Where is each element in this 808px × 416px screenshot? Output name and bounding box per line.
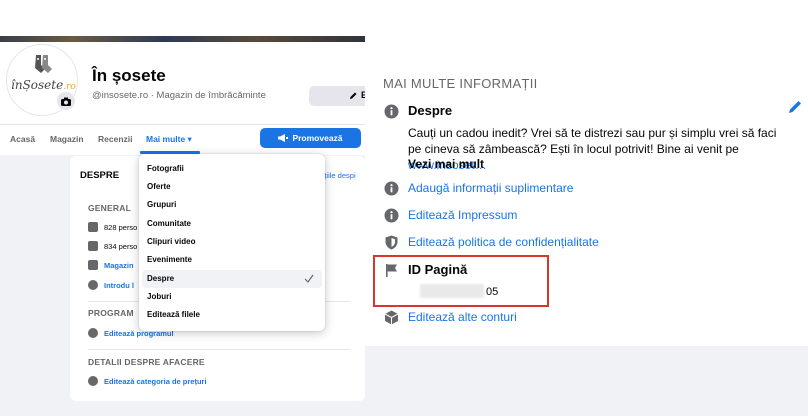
clock-icon [88,328,98,338]
checkmark-icon [304,274,314,283]
category-row[interactable]: Magazin [88,260,134,270]
menu-item-photos[interactable]: Fotografii [139,160,325,178]
followers-row: 834 perso [88,241,137,251]
info-icon [384,208,399,223]
about-title: DESPRE [80,170,120,181]
general-heading: GENERAL [88,203,131,213]
add-info-link[interactable]: Adaugă informații suplimentare [408,181,573,195]
menu-item-offers[interactable]: Oferte [139,178,325,196]
socks-logo-icon [35,55,52,73]
menu-item-edit-tabs[interactable]: Editează filele [139,306,325,324]
tab-home[interactable]: Acasă [10,134,35,144]
likes-row: 828 perso [88,222,137,232]
edit-other-accounts-link[interactable]: Editează alte conturi [408,310,517,324]
followers-icon [88,241,98,251]
edit-impressum-link[interactable]: Editează Impressum [408,208,517,222]
menu-item-jobs[interactable]: Joburi [139,288,325,306]
folder-icon [88,260,98,270]
cube-icon [384,310,399,325]
divider [88,349,350,350]
tab-reviews[interactable]: Recenzii [98,134,133,144]
tab-shop[interactable]: Magazin [50,134,84,144]
tab-more[interactable]: Mai multe ▾ [146,134,192,145]
location-pin-icon [88,280,98,290]
info-icon [384,181,399,196]
page-handle: @insosete.ro · Magazin de îmbrăcăminte [92,90,266,101]
promote-button[interactable]: Promovează [260,128,361,148]
see-more-link[interactable]: Vezi mai mult [408,157,484,171]
menu-item-videos[interactable]: Clipuri video [139,233,325,251]
about-section-title: Despre [408,103,453,118]
more-info-heading: MAI MULTE INFORMAȚII [383,76,538,91]
more-menu-dropdown: Fotografii Oferte Grupuri Comunitate Cli… [139,154,325,331]
pencil-icon [350,92,357,99]
edit-page-button[interactable]: E [309,86,365,106]
page-id-highlight [373,255,549,307]
menu-item-community[interactable]: Comunitate [139,215,325,233]
left-panel: înȘosete.ro În șosete @insosete.ro · Mag… [0,0,365,416]
camera-button[interactable] [57,92,75,110]
pencil-icon[interactable] [787,99,803,115]
top-bar [0,0,365,36]
menu-item-groups[interactable]: Grupuri [139,196,325,214]
logo-text: înȘosete.ro [11,78,76,92]
right-panel-footer [365,346,808,416]
menu-item-about[interactable]: Despre [142,270,322,288]
menu-item-events[interactable]: Evenimente [139,251,325,269]
business-heading: DETALII DESPRE AFACERE [88,357,205,367]
location-row[interactable]: Introdu l [88,280,134,290]
thumbs-up-icon [88,222,98,232]
edit-privacy-policy-link[interactable]: Editează politica de confidențialitate [408,235,599,249]
edit-price-link[interactable]: Editează categoria de prețuri [88,376,207,386]
program-heading: PROGRAM [88,308,134,318]
camera-icon [61,97,71,106]
price-icon [88,376,98,386]
info-icon [384,104,399,119]
page-title: În șosete [92,66,166,85]
shield-icon [385,235,398,250]
megaphone-icon [278,134,289,142]
